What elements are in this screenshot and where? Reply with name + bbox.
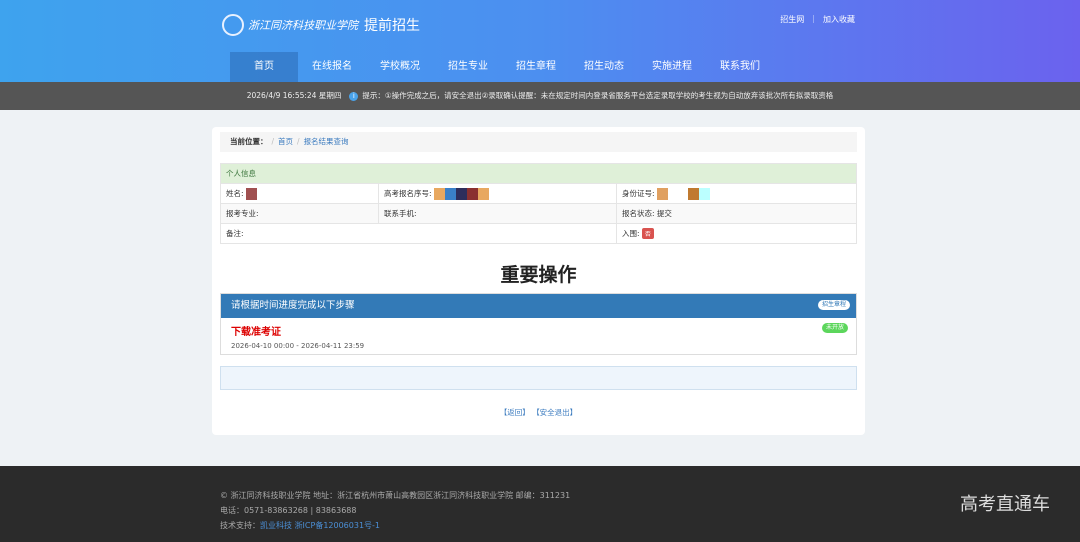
link-add-favorite[interactable]: 加入收藏 (823, 14, 855, 25)
footer-phone: 电话：0571-83863268 | 83863688 (220, 506, 357, 515)
name-label: 姓名: (226, 188, 244, 198)
school-logo[interactable]: 浙江同济科技职业学院 提前招生 (222, 14, 420, 36)
breadcrumb: 当前位置： / 首页 / 报名结果查询 (220, 132, 857, 152)
footer-address: © 浙江同济科技职业学院 地址：浙江省杭州市萧山高教园区浙江同济科技职业学院 邮… (220, 491, 571, 500)
content-card: 当前位置： / 首页 / 报名结果查询 个人信息 姓名: 高考报名序号: 身份证号: 报… (212, 127, 865, 435)
school-seal-icon (222, 14, 244, 36)
notice-bar: 2026/4/9 16:55:24 星期四 i 提示：①操作完成之后，请安全退出②录… (0, 82, 1080, 110)
breadcrumb-label: 当前位置： (230, 137, 268, 146)
major-label: 报考专业: (220, 203, 379, 224)
nav-news[interactable]: 招生动态 (570, 52, 638, 82)
step-download-admit-card[interactable]: 下载准考证 (231, 323, 846, 338)
nav-home[interactable]: 首页 (230, 52, 298, 82)
icp-link[interactable]: 浙ICP备12006031号-1 (295, 521, 380, 530)
logout-link[interactable]: 【安全退出】 (532, 408, 577, 417)
nav-online-apply[interactable]: 在线报名 (298, 52, 366, 82)
link-admission-site[interactable]: 招生网 (780, 14, 804, 25)
nav-charter[interactable]: 招生章程 (502, 52, 570, 82)
step-status-badge: 未开放 (821, 323, 848, 333)
phone-label: 联系手机: (378, 203, 617, 224)
personal-info-table: 个人信息 姓名: 高考报名序号: 身份证号: 报考专业: 联系手机: 报名状态:… (220, 163, 857, 244)
nav-majors[interactable]: 招生专业 (434, 52, 502, 82)
status-label: 报名状态: (622, 209, 655, 218)
shortlist-label: 入围: (622, 229, 640, 238)
info-icon: i (349, 92, 359, 101)
status-value: 提交 (656, 209, 672, 218)
divider: | (812, 14, 815, 23)
empty-panel (220, 366, 857, 390)
redacted-block (245, 187, 257, 200)
section-heading: 重要操作 (500, 264, 577, 286)
breadcrumb-current[interactable]: 报名结果查询 (304, 137, 349, 146)
datetime: 2026/4/9 16:55:24 星期四 (246, 91, 342, 100)
notice-text: 提示：①操作完成之后，请安全退出②录取确认提醒：未在规定时间内登录省服务平台选定… (362, 91, 834, 100)
school-name: 浙江同济科技职业学院 (248, 19, 358, 32)
footer: © 浙江同济科技职业学院 地址：浙江省杭州市萧山高教园区浙江同济科技职业学院 邮… (0, 466, 1080, 542)
nav-school-overview[interactable]: 学校概况 (366, 52, 434, 82)
back-link[interactable]: 【返回】 (500, 408, 530, 417)
exam-no-label: 高考报名序号: (384, 188, 432, 198)
section-title: 个人信息 (220, 163, 857, 184)
step-time: 2026-04-10 00:00 - 2026-04-11 23:59 (231, 342, 365, 350)
panel-title: 请根据时间进度完成以下步骤 (231, 300, 355, 311)
nav-progress[interactable]: 实施进程 (638, 52, 706, 82)
site-subtitle: 提前招生 (364, 18, 420, 34)
main-nav: 首页 在线报名 学校概况 招生专业 招生章程 招生动态 实施进程 联系我们 (230, 52, 774, 82)
watermark: 高考直通车 (960, 494, 1050, 515)
support-link[interactable]: 凯业科技 (260, 521, 292, 530)
remark-label: 备注: (220, 223, 617, 244)
breadcrumb-home[interactable]: 首页 (278, 137, 293, 146)
steps-panel: 请根据时间进度完成以下步骤 招生章程 下载准考证 2026-04-10 00:00… (220, 293, 857, 355)
id-no-label: 身份证号: (622, 188, 655, 198)
nav-contact[interactable]: 联系我们 (706, 52, 774, 82)
charter-button[interactable]: 招生章程 (817, 300, 850, 310)
shortlist-badge: 否 (641, 228, 654, 239)
support-label: 技术支持： (220, 521, 260, 530)
